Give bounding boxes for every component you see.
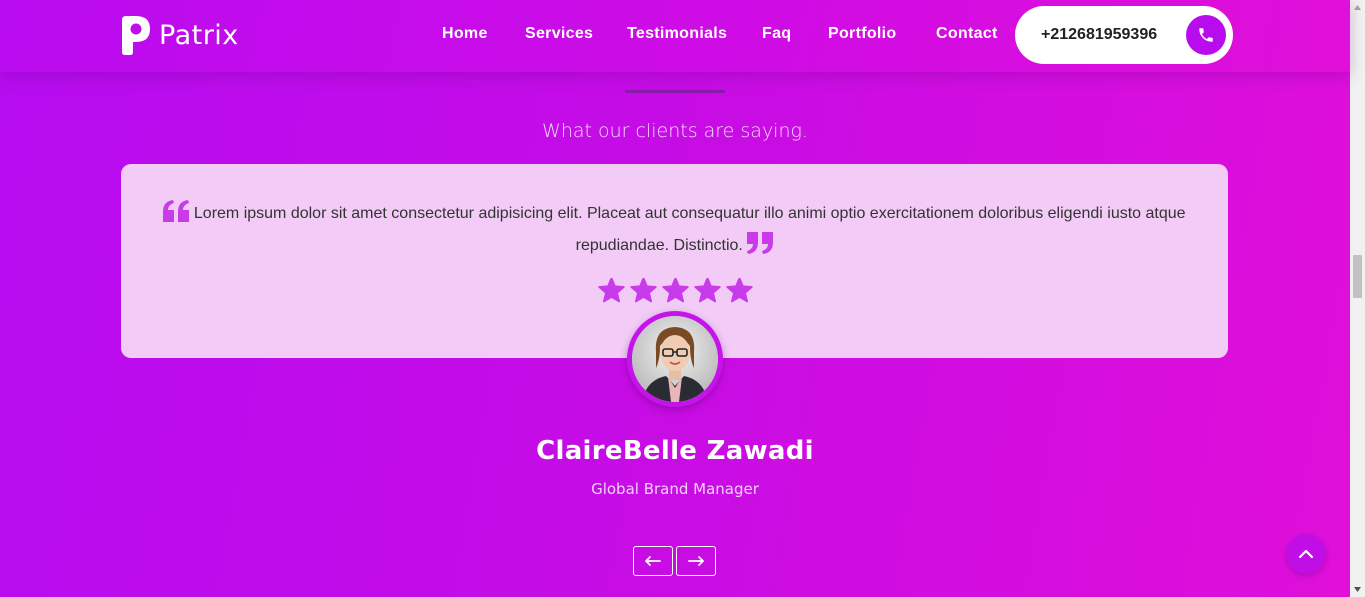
rating-stars	[598, 278, 753, 306]
next-button[interactable]	[676, 546, 716, 576]
phone-contact[interactable]: +212681959396	[1015, 6, 1233, 64]
site-header: Patrix Home Services Testimonials Faq Po…	[0, 0, 1350, 72]
testimonial-author-name: ClaireBelle Zawadi	[536, 436, 814, 466]
nav-item-faq[interactable]: Faq	[762, 25, 791, 43]
star-icon	[694, 278, 721, 303]
section-subtitle: What our clients are saying.	[542, 120, 808, 142]
quote-open-icon	[163, 200, 190, 222]
phone-button[interactable]	[1186, 15, 1226, 55]
star-icon	[598, 278, 625, 303]
chevron-up-icon	[1298, 549, 1314, 559]
star-icon	[662, 278, 689, 303]
prev-button[interactable]	[633, 546, 673, 576]
avatar	[627, 311, 723, 407]
phone-icon	[1199, 28, 1213, 42]
nav-item-services[interactable]: Services	[525, 25, 593, 43]
vertical-scrollbar[interactable]	[1350, 0, 1365, 597]
star-icon	[630, 278, 657, 303]
nav-item-portfolio[interactable]: Portfolio	[828, 25, 896, 43]
logo[interactable]: Patrix	[120, 15, 239, 56]
brand-name: Patrix	[159, 20, 239, 51]
arrow-left-icon	[645, 556, 661, 566]
section-divider	[625, 90, 725, 93]
phone-number[interactable]: +212681959396	[1041, 26, 1157, 44]
scroll-down-arrow[interactable]	[1350, 582, 1365, 597]
back-to-top-button[interactable]	[1286, 534, 1326, 574]
quote-close-icon	[747, 232, 774, 254]
testimonial-author-role: Global Brand Manager	[591, 480, 759, 498]
scrollbar-thumb[interactable]	[1353, 255, 1362, 298]
nav-item-contact[interactable]: Contact	[936, 25, 998, 43]
star-icon	[726, 278, 753, 303]
arrow-right-icon	[688, 556, 704, 566]
quote-body: Lorem ipsum dolor sit amet consectetur a…	[193, 205, 1186, 254]
nav-item-home[interactable]: Home	[442, 25, 488, 43]
testimonial-quote: Lorem ipsum dolor sit amet consectetur a…	[141, 198, 1208, 262]
scroll-up-arrow[interactable]	[1350, 0, 1365, 15]
logo-mark-icon	[122, 16, 150, 55]
nav-item-testimonials[interactable]: Testimonials	[627, 25, 727, 43]
avatar-photo	[632, 316, 718, 402]
